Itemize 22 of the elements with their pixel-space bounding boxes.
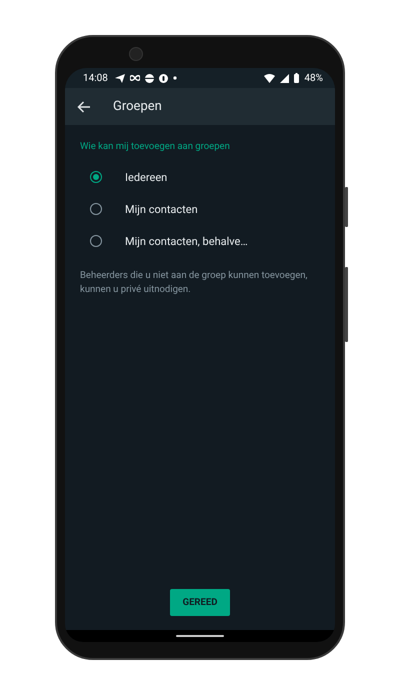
radio-button[interactable] — [90, 235, 102, 247]
battery-icon — [294, 73, 300, 83]
radio-option[interactable]: Iedereen — [65, 161, 335, 193]
back-arrow-icon[interactable] — [77, 100, 91, 112]
info-text: Beheerders die u niet aan de groep kunnen toevoegen, kunnen u privé uitnodigen. — [79, 269, 308, 297]
wifi-icon — [264, 74, 276, 82]
camera-icon — [129, 47, 143, 61]
dot-icon — [172, 76, 177, 80]
paper-plane-icon — [114, 74, 125, 82]
circle-icon — [158, 74, 168, 82]
radio-button[interactable] — [90, 171, 102, 183]
signal-icon — [280, 74, 290, 82]
section-heading: Wie kan mij toevoegen aan groepen — [79, 140, 231, 154]
done-button[interactable]: GEREED — [170, 589, 230, 616]
half-circle-icon — [144, 74, 154, 82]
radio-option[interactable]: Mijn contacten — [65, 193, 335, 225]
screen-title: Groepen — [113, 99, 162, 114]
radio-option[interactable]: Mijn contacten, behalve… — [65, 225, 335, 257]
infinity-icon — [130, 75, 140, 81]
status-time: 14:08 — [83, 72, 108, 84]
battery-level: 48% — [304, 72, 323, 84]
radio-button[interactable] — [90, 203, 102, 215]
